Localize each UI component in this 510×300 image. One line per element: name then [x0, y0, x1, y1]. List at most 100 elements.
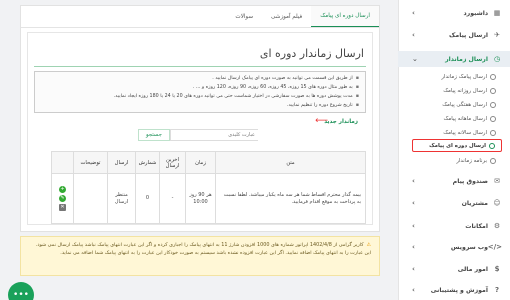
sub-item-label: ارسال هفتگی پیامک: [442, 101, 487, 108]
nav-web-service-label: وب سرویس: [450, 243, 488, 251]
radio-dot-icon: [489, 142, 495, 149]
chevron-down-icon: ⌄: [412, 55, 418, 63]
search-bar: جستجو: [138, 129, 258, 141]
sidebar: ▦ داشبورد › ✈ ارسال پیامک › ◷ ارسال زمان…: [398, 0, 510, 300]
warning-icon: ⚠: [366, 242, 371, 248]
cell-text: بیمه گذار محترم اقساط شما هر سه ماه یکبا…: [215, 173, 366, 224]
chevron-left-icon: ›: [412, 177, 415, 185]
col-header-count: شمارش: [135, 151, 160, 174]
cell-desc: [73, 173, 108, 224]
nav-features-label: امکانات: [465, 222, 488, 230]
nav-dashboard[interactable]: ▦ داشبورد ›: [398, 5, 510, 21]
info-line: تاریخ شروع دوره را تنظیم نمایید.: [41, 101, 359, 110]
nav-customers-label: مشتریان: [461, 199, 488, 207]
nav-support-label: آموزش و پشتیبانی: [430, 286, 488, 294]
nav-dashboard-label: داشبورد: [463, 9, 488, 17]
sub-item-label: ارسال سالانه پیامک: [443, 129, 487, 136]
nav-inbox[interactable]: ✉ صندوق پیام ›: [398, 173, 510, 189]
schedule-table: متن زمان اخرین ارسال شمارش ارسال توضیحات…: [51, 151, 366, 224]
search-button[interactable]: جستجو: [138, 129, 170, 141]
nav-support[interactable]: ? آموزش و پشتیبانی ›: [398, 282, 510, 298]
cell-time: هر 90 روز 10:00: [185, 173, 216, 224]
cell-last-sent: -: [159, 173, 186, 224]
tab-tutorial-video[interactable]: فیلم آموزشی: [262, 6, 311, 28]
nav-send-sms-label: ارسال پیامک: [449, 31, 488, 39]
sub-item-schedule-program[interactable]: برنامه زماندار: [412, 154, 502, 167]
radio-dot-icon: [490, 73, 496, 80]
cell-actions: + ✎ ✕: [51, 173, 74, 224]
tab-divider: [21, 27, 379, 28]
col-header-actions: [51, 151, 74, 174]
tab-bar: ارسال دوره ای پیامک فیلم آموزشی سوالات: [226, 6, 379, 28]
info-line: مدت پوشش دوره ها به صورت سفارشی در اختیا…: [41, 92, 359, 101]
sub-item-monthly[interactable]: ارسال ماهانه پیامک: [412, 112, 502, 125]
nav-send-sms[interactable]: ✈ ارسال پیامک ›: [398, 27, 510, 43]
col-header-desc: توضیحات: [73, 151, 108, 174]
nav-inbox-label: صندوق پیام: [452, 177, 488, 185]
table-header-row: متن زمان اخرین ارسال شمارش ارسال توضیحات: [51, 151, 366, 174]
sub-item-scheduled[interactable]: ارسال پیامک زماندار: [412, 70, 502, 83]
nav-finance-label: امور مالی: [457, 265, 488, 273]
nav-features[interactable]: ⚙ امکانات ›: [398, 218, 510, 234]
sub-item-label: ارسال ماهانه پیامک: [443, 115, 488, 122]
dashboard-icon: ▦: [493, 9, 501, 17]
col-header-time: زمان: [185, 151, 216, 174]
chat-button[interactable]: •••: [8, 282, 34, 300]
title-divider: [34, 66, 366, 67]
delete-icon[interactable]: ✕: [59, 204, 66, 211]
nav-scheduled-send-label: ارسال زماندار: [445, 55, 488, 63]
info-line: به طور مثال دوره های 15 روزه، 45 روزه، 6…: [41, 83, 359, 92]
nav-scheduled-send[interactable]: ◷ ارسال زماندار ⌄: [398, 51, 510, 67]
cell-status: منتظر ارسال: [107, 173, 136, 224]
sub-item-daily[interactable]: ارسال روزانه پیامک: [412, 84, 502, 97]
radio-dot-icon: [490, 87, 496, 94]
notice-text: کاربر گرامی از 1402/4/8 اپراتور شماره ها…: [35, 242, 371, 256]
radio-dot-icon: [490, 157, 496, 164]
row-actions: + ✎ ✕: [52, 186, 73, 211]
finance-icon: $: [494, 265, 500, 273]
chevron-left-icon: ›: [412, 286, 415, 294]
customers-icon: ☺: [493, 199, 501, 207]
features-icon: ⚙: [493, 222, 501, 230]
col-header-send: ارسال: [107, 151, 136, 174]
chevron-left-icon: ›: [412, 9, 415, 17]
tab-faq[interactable]: سوالات: [226, 6, 262, 28]
col-header-last-sent: اخرین ارسال: [159, 151, 186, 174]
chevron-left-icon: ›: [412, 222, 415, 230]
sub-item-periodic[interactable]: ارسال دوره ای پیامک: [412, 139, 502, 152]
content-box: ارسال زماندار دوره ای از طریق این قسمت م…: [27, 32, 373, 249]
cell-count: 0: [135, 173, 160, 224]
info-line: از طریق این قسمت می توانید به صورت دوره …: [41, 74, 359, 83]
code-icon: </>: [487, 243, 502, 251]
sub-item-label: ارسال پیامک زماندار: [441, 73, 487, 80]
add-icon[interactable]: +: [59, 186, 66, 193]
nav-web-service[interactable]: </> وب سرویس ›: [398, 239, 510, 255]
chevron-left-icon: ›: [412, 31, 415, 39]
new-schedule-link[interactable]: زماندار جدید: [324, 119, 358, 125]
edit-icon[interactable]: ✎: [59, 195, 66, 202]
chat-icon: •••: [13, 290, 29, 300]
sub-item-label: ارسال روزانه پیامک: [443, 87, 487, 94]
support-icon: ?: [494, 286, 500, 294]
clock-icon: ◷: [493, 55, 501, 63]
search-input[interactable]: [170, 129, 258, 141]
tab-periodic-send[interactable]: ارسال دوره ای پیامک: [311, 6, 379, 28]
main-panel: ارسال دوره ای پیامک فیلم آموزشی سوالات ا…: [20, 5, 380, 249]
inbox-icon: ✉: [494, 177, 500, 185]
send-sms-icon: ✈: [494, 31, 500, 39]
sub-item-label: ارسال دوره ای پیامک: [429, 142, 486, 149]
nav-finance[interactable]: $ امور مالی ›: [398, 261, 510, 277]
notice-box: ⚠کاربر گرامی از 1402/4/8 اپراتور شماره ه…: [20, 236, 380, 276]
radio-dot-icon: [490, 129, 496, 136]
chevron-left-icon: ›: [412, 243, 415, 251]
page-title: ارسال زماندار دوره ای: [259, 47, 364, 60]
sub-item-yearly[interactable]: ارسال سالانه پیامک: [412, 126, 502, 139]
arrow-left-icon: ⟵: [315, 116, 328, 126]
sub-item-label: برنامه زماندار: [456, 157, 487, 164]
table-row: بیمه گذار محترم اقساط شما هر سه ماه یکبا…: [51, 173, 366, 224]
nav-customers[interactable]: ☺ مشتریان ›: [398, 195, 510, 211]
col-header-text: متن: [215, 151, 366, 174]
radio-dot-icon: [490, 101, 496, 108]
info-box: از طریق این قسمت می توانید به صورت دوره …: [34, 71, 366, 113]
sub-item-weekly[interactable]: ارسال هفتگی پیامک: [412, 98, 502, 111]
